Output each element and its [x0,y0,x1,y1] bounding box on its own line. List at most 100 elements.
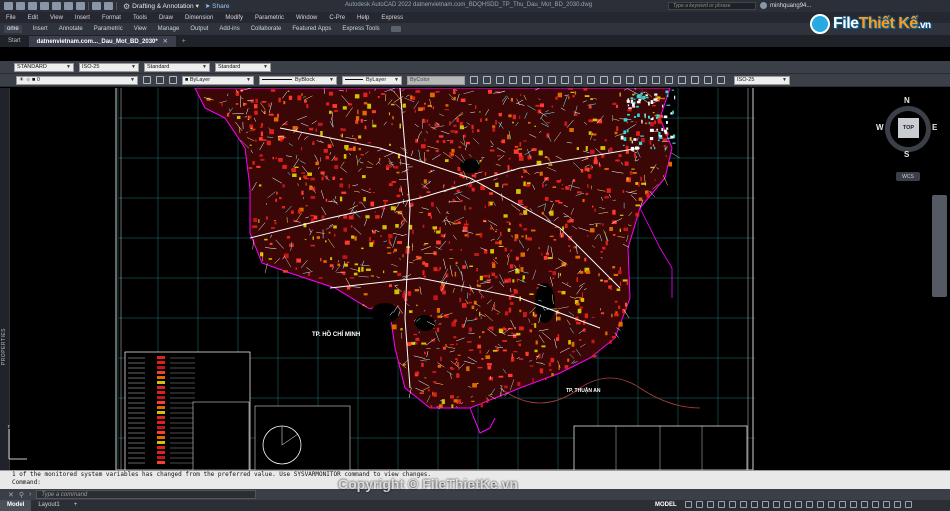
user-menu[interactable]: minhquang94... [760,2,811,9]
dim-dim-text-edit-icon[interactable] [704,76,712,84]
status-hamburger-icon[interactable] [904,501,912,508]
status-polar-icon[interactable] [717,501,725,508]
add-layout-button[interactable]: + [67,500,85,511]
workspace-switcher[interactable]: ⚙ Drafting & Annotation ▾ [123,2,199,11]
model-space-toggle[interactable]: MODEL [655,502,677,508]
compass-east[interactable]: E [932,123,937,132]
tab-model[interactable]: Model [0,500,32,511]
search-input[interactable]: Type a keyword or phrase [668,2,756,10]
menu-item-express[interactable]: Express [381,15,403,21]
app-menu-icon[interactable] [4,2,13,10]
status-workspace-icon[interactable] [805,501,813,508]
menu-item-parametric[interactable]: Parametric [255,15,284,21]
status-lock-ui-icon[interactable] [849,501,857,508]
dim-style-dropdown[interactable]: ISO-25 ▼ [79,62,139,72]
customize-icon[interactable]: ⚲ [19,491,24,499]
dim-baseline-icon[interactable] [587,76,595,84]
properties-palette-strip[interactable]: PROPERTIES [0,88,10,470]
mleader-style-dropdown[interactable]: Standard ▼ [215,62,271,72]
menu-item-help[interactable]: Help [357,15,369,21]
color-dropdown[interactable]: ■ ByLayer ▼ [182,75,254,85]
menu-item-insert[interactable]: Insert [75,15,90,21]
status-annotation-scale-icon[interactable] [794,501,802,508]
status-lineweight-icon[interactable] [761,501,769,508]
status-clean-screen-icon[interactable] [882,501,890,508]
menu-item-tools[interactable]: Tools [133,15,147,21]
tab-output[interactable]: Output [190,26,208,32]
viewcube[interactable]: TOP N S E W [876,96,938,163]
command-input[interactable]: Type a command [36,490,257,499]
compass-south[interactable]: S [904,150,909,159]
dim-dim-edit-icon[interactable] [691,76,699,84]
dim-dim-update-icon[interactable] [717,76,725,84]
dim-style-dropdown-2[interactable]: ISO-25 ▼ [734,75,790,85]
dim-jogged-icon[interactable] [535,76,543,84]
tab-ome[interactable]: ome [4,25,22,33]
dim-center-mark-icon[interactable] [652,76,660,84]
status-osnap-icon[interactable] [750,501,758,508]
dim-inspect-icon[interactable] [665,76,673,84]
tab-featured-apps[interactable]: Featured Apps [292,26,331,32]
layer-dropdown[interactable]: ☀ ☼ ■ 0 ▼ [16,75,138,85]
make-current-icon[interactable] [156,76,164,84]
new-icon[interactable] [16,2,25,10]
menu-item-view[interactable]: View [50,15,63,21]
status-hardware-accel-icon[interactable] [871,501,879,508]
plot-icon[interactable] [76,2,85,10]
wcs-menu[interactable]: WCS [896,172,920,181]
status-quick-properties-icon[interactable] [838,501,846,508]
new-tab-button[interactable]: + [176,38,192,47]
table-style-dropdown[interactable]: Standard ▼ [144,62,210,72]
compass-west[interactable]: W [876,123,884,132]
menu-item-file[interactable]: File [6,15,16,21]
status-isodraft-icon[interactable] [728,501,736,508]
status-selection-cycling-icon[interactable] [783,501,791,508]
tab-layout1[interactable]: Layout1 [31,500,66,511]
drawing-canvas[interactable] [0,88,950,470]
tab-manage[interactable]: Manage [158,26,180,32]
status-snap-icon[interactable] [695,501,703,508]
dim-jogged-linear-icon[interactable] [678,76,686,84]
tab-collaborate[interactable]: Collaborate [251,26,282,32]
save-icon[interactable] [40,2,49,10]
share-button[interactable]: ➤ Share [205,2,230,10]
viewcube-top-face[interactable]: TOP [898,118,919,138]
navigation-bar[interactable] [932,195,947,297]
menu-item-c-pre[interactable]: C-Pre [329,15,345,21]
menu-item-dimension[interactable]: Dimension [185,15,213,21]
tab-insert[interactable]: Insert [33,26,48,32]
tab-parametric[interactable]: Parametric [94,26,123,32]
layer-previous-icon[interactable] [169,76,177,84]
tab-view[interactable]: View [134,26,147,32]
tab-start[interactable]: Start [0,36,29,47]
status-customize-icon[interactable] [893,501,901,508]
lineweight-dropdown[interactable]: ByLayer ▼ [342,75,402,85]
status-annotation-monitor-icon[interactable] [816,501,824,508]
menu-item-format[interactable]: Format [102,15,121,21]
tab-annotate[interactable]: Annotate [59,26,83,32]
tab-add-ins[interactable]: Add-ins [219,26,239,32]
ribbon-toggle-icon[interactable] [390,26,401,32]
tab-express-tools[interactable]: Express Tools [342,26,379,32]
dim-angular-icon[interactable] [561,76,569,84]
status-ortho-icon[interactable] [706,501,714,508]
dim-ordinate-icon[interactable] [509,76,517,84]
dim-aligned-icon[interactable] [483,76,491,84]
menu-item-edit[interactable]: Edit [28,15,38,21]
redo-icon[interactable] [104,2,113,10]
tab-drawing[interactable]: datnenvietnam.com..._Dau_Mot_BD_2030* ✕ [28,36,176,47]
dim-radius-icon[interactable] [522,76,530,84]
dim-tolerance-icon[interactable] [639,76,647,84]
dim-arc-length-icon[interactable] [496,76,504,84]
status-units-icon[interactable] [827,501,835,508]
dim-continue-icon[interactable] [600,76,608,84]
dim-break-icon[interactable] [626,76,634,84]
dim-quick-dim-icon[interactable] [574,76,582,84]
compass-north[interactable]: N [904,96,910,105]
layer-properties-icon[interactable] [143,76,151,84]
status-grid-icon[interactable] [684,501,692,508]
menu-item-draw[interactable]: Draw [159,15,173,21]
linetype-dropdown[interactable]: ByBlock ▼ [259,75,337,85]
close-icon[interactable]: ✕ [8,491,14,499]
close-icon[interactable]: ✕ [163,39,168,45]
